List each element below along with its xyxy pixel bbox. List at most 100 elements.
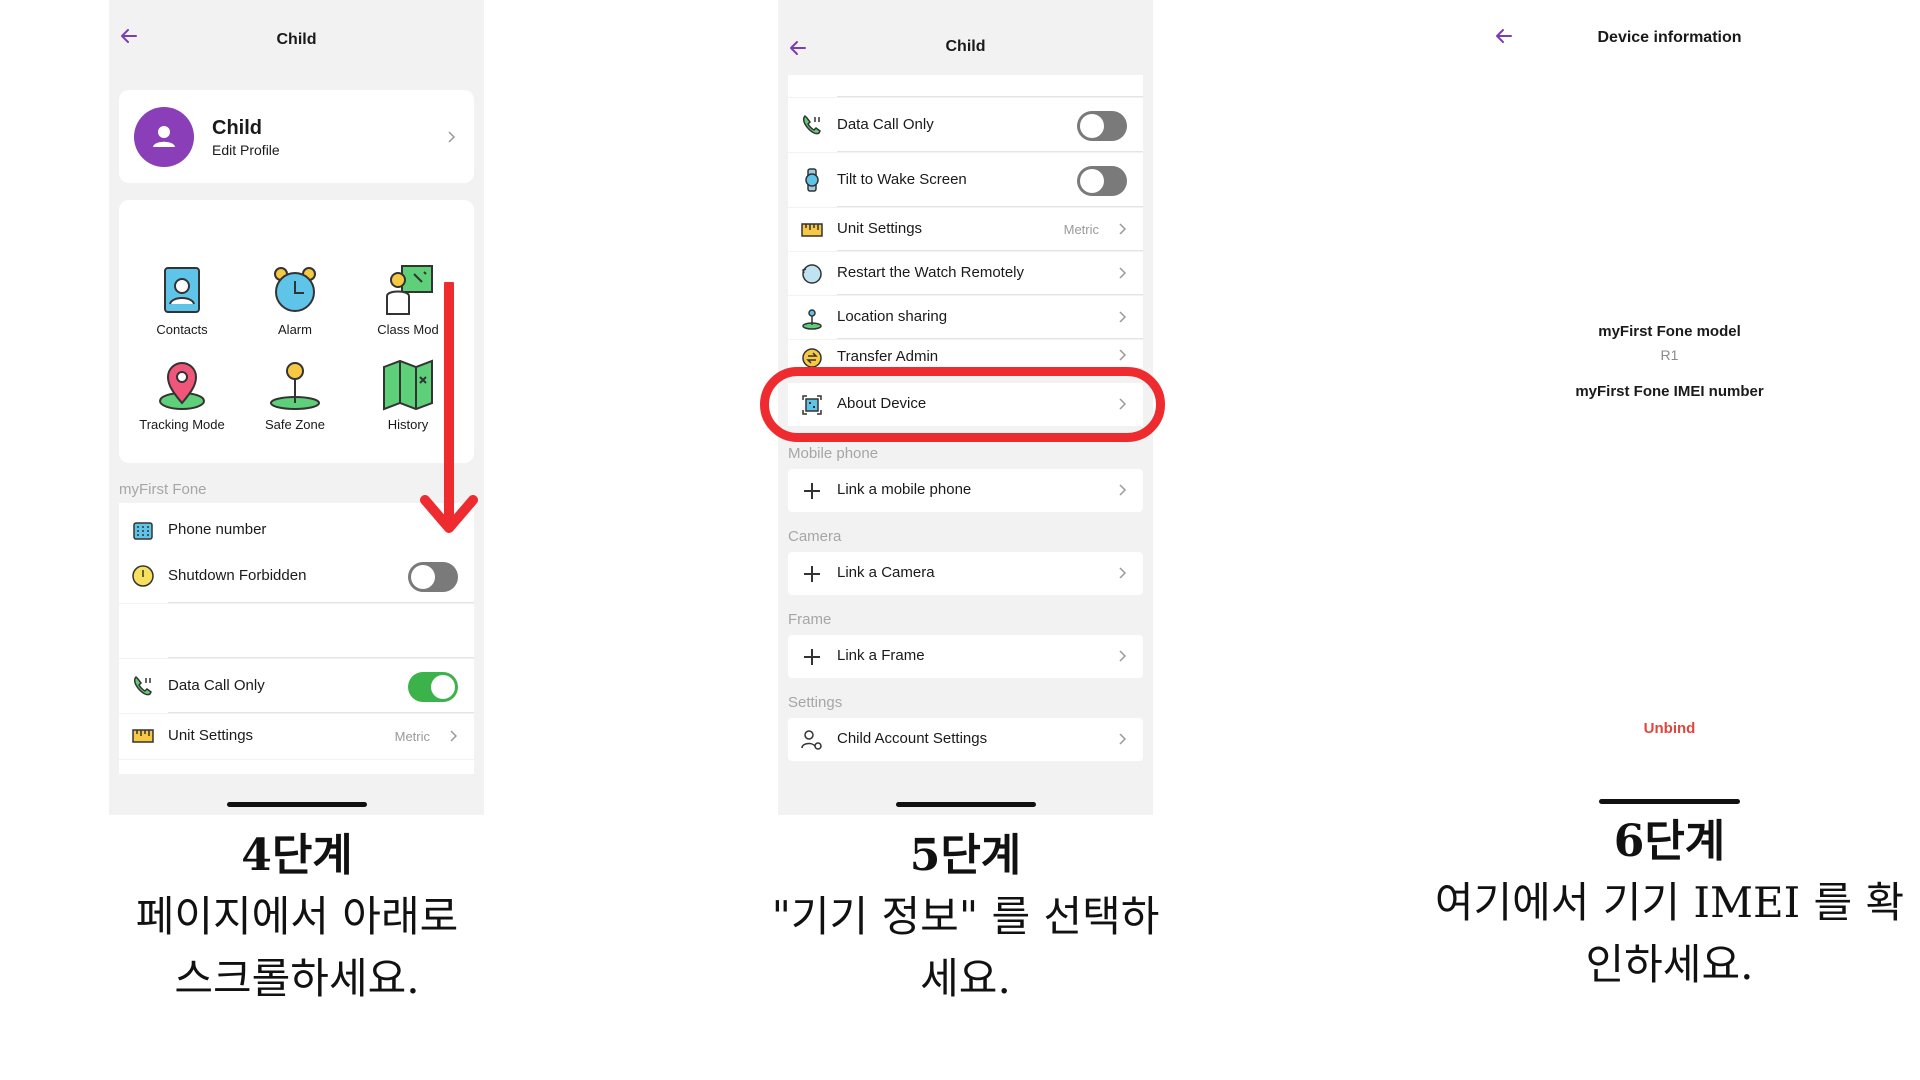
row-restart-watch[interactable]: Restart the Watch Remotely (788, 252, 1143, 295)
step-number: 6단계 (1613, 816, 1726, 867)
data-call-icon (802, 114, 821, 135)
divider (837, 338, 1143, 339)
home-indicator (1599, 799, 1740, 804)
divider (168, 712, 474, 713)
toggle-knob (431, 675, 455, 699)
phone-icon (133, 522, 153, 540)
page-title: Child (945, 38, 986, 55)
row-label: Tilt to Wake Screen (837, 171, 967, 188)
row-label: Link a Frame (837, 647, 925, 664)
chevron-right-icon (444, 130, 458, 144)
instruction-line: 세요. (920, 954, 1011, 1003)
toggle-knob (1080, 114, 1104, 138)
safe-zone-icon (270, 362, 320, 410)
tile-safe-zone[interactable]: Safe Zone (240, 357, 350, 432)
contacts-icon (164, 267, 200, 313)
location-share-icon (802, 309, 822, 330)
ruler-icon (132, 729, 154, 743)
row-tilt-to-wake: Tilt to Wake Screen (788, 153, 1143, 207)
instruction-line: 여기에서 기기 IMEI 를 확 (1434, 878, 1905, 927)
tile-alarm[interactable]: Alarm (240, 262, 350, 337)
instruction-line: 인하세요. (1585, 940, 1754, 989)
section-label: Settings (788, 694, 843, 711)
model-label: myFirst Fone model (1598, 323, 1741, 340)
top-bar: Child (778, 0, 1153, 80)
row-label: Link a Camera (837, 564, 935, 581)
tile-contacts[interactable]: Contacts (127, 262, 237, 337)
row-link-mobile-phone[interactable]: Link a mobile phone (788, 469, 1143, 512)
row-label: Link a mobile phone (837, 481, 972, 498)
row-label: Shutdown Forbidden (168, 567, 307, 584)
step4-caption: 4단계 페이지에서 아래로 스크롤하세요. (97, 826, 497, 1010)
row-location-sharing[interactable]: Location sharing (788, 296, 1143, 339)
shutdown-forbidden-toggle[interactable] (408, 562, 458, 592)
tilt-to-wake-toggle[interactable] (1077, 166, 1127, 196)
top-bar: Child (109, 0, 484, 80)
chevron-right-icon (1119, 311, 1127, 323)
divider (837, 151, 1143, 152)
step-number: 5단계 (909, 830, 1022, 881)
row-link-frame[interactable]: Link a Frame (788, 635, 1143, 678)
row-unit-settings[interactable]: Unit Settings Metric (788, 208, 1143, 251)
instruction-line: 스크롤하세요. (174, 954, 420, 1003)
power-icon (132, 565, 154, 587)
instruction-line: "기기 정보" 를 선택하 (771, 892, 1160, 941)
divider (837, 206, 1143, 207)
location-pin-icon (159, 362, 205, 410)
restart-icon (802, 264, 822, 284)
section-label: myFirst Fone (119, 481, 207, 498)
data-call-only-toggle[interactable] (1077, 111, 1127, 141)
chevron-right-icon (1119, 267, 1127, 279)
step6-caption: 6단계 여기에서 기기 IMEI 를 확 인하세요. (1432, 812, 1907, 996)
step6-screen: Device information myFirst Fone model R1… (1482, 0, 1857, 815)
row-transfer-admin[interactable]: Transfer Admin (788, 340, 1143, 368)
step5-caption: 5단계 "기기 정보" 를 선택하 세요. (745, 826, 1186, 1010)
tile-label: Safe Zone (265, 417, 325, 432)
section-label: Camera (788, 528, 842, 545)
row-unit-settings[interactable]: Unit Settings Metric (119, 714, 474, 759)
instruction-line: 페이지에서 아래로 (135, 892, 459, 941)
row-label: Child Account Settings (837, 730, 988, 747)
row-partial (119, 760, 474, 774)
row-data-call-only: Data Call Only (119, 659, 474, 713)
chevron-right-icon (450, 730, 458, 742)
data-call-only-toggle[interactable] (408, 672, 458, 702)
profile-card[interactable]: Child Edit Profile (119, 90, 474, 183)
row-data-call-only: Data Call Only (788, 98, 1143, 152)
plus-icon (804, 566, 820, 582)
row-value: Metric (1063, 222, 1099, 237)
row-label: Phone number (168, 521, 267, 538)
toggle-knob (1080, 169, 1104, 193)
row-label: Data Call Only (837, 116, 934, 133)
chevron-right-icon (1119, 733, 1127, 745)
tile-label: Contacts (156, 322, 208, 337)
tile-label: Tracking Mode (139, 417, 225, 432)
section-label: Frame (788, 611, 832, 628)
chevron-right-icon (1119, 223, 1127, 235)
row-blank (119, 604, 474, 658)
chevron-right-icon (1119, 650, 1127, 662)
ruler-icon (801, 223, 823, 237)
section-label: Mobile phone (788, 445, 879, 462)
row-value: Metric (394, 729, 430, 744)
tile-tracking-mode[interactable]: Tracking Mode (127, 357, 237, 432)
row-label: Unit Settings (837, 220, 923, 237)
row-label: Restart the Watch Remotely (837, 264, 1025, 281)
row-link-camera[interactable]: Link a Camera (788, 552, 1143, 595)
account-settings-icon (801, 730, 822, 750)
home-indicator (226, 802, 367, 807)
watch-icon (805, 168, 819, 192)
row-label: Transfer Admin (837, 348, 939, 365)
edit-profile-link[interactable]: Edit Profile (212, 142, 280, 158)
unbind-button[interactable]: Unbind (1482, 720, 1857, 737)
alarm-clock-icon (274, 267, 316, 312)
row-child-account-settings[interactable]: Child Account Settings (788, 718, 1143, 761)
divider (837, 250, 1143, 251)
row-shutdown-forbidden: Shutdown Forbidden (119, 549, 474, 603)
tile-label: Alarm (278, 322, 312, 337)
chevron-right-icon (1119, 567, 1127, 579)
row-label: Unit Settings (168, 727, 254, 744)
divider (168, 602, 474, 603)
model-value: R1 (1660, 347, 1679, 363)
chevron-right-icon (1119, 349, 1127, 361)
